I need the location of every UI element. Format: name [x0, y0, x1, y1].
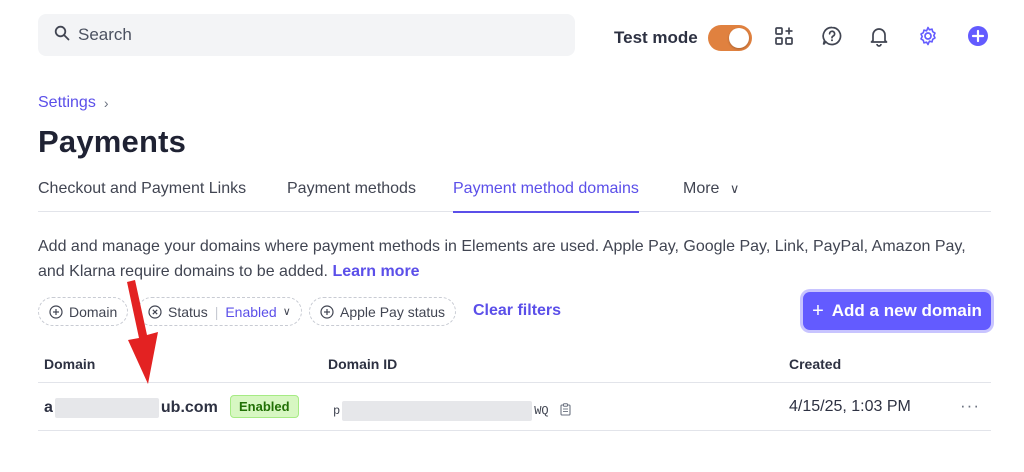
test-mode-toggle[interactable]	[707, 25, 752, 51]
status-badge: Enabled	[230, 395, 299, 418]
help-icon[interactable]	[821, 25, 843, 47]
filter-status-value: Enabled	[225, 303, 277, 320]
test-mode-label: Test mode	[614, 28, 698, 47]
tab-bar: Checkout and Payment Links Payment metho…	[38, 180, 991, 213]
copy-icon[interactable]	[560, 402, 571, 420]
learn-more-link[interactable]: Learn more	[332, 263, 419, 280]
toggle-knob	[728, 28, 749, 48]
domain-suffix: ub.com	[160, 399, 218, 417]
column-header-domain-id[interactable]: Domain ID	[328, 356, 397, 372]
domain-id-suffix: WQ	[534, 404, 549, 419]
plus-circle-icon[interactable]	[967, 25, 989, 47]
plus-circle-outline-icon	[320, 304, 334, 319]
search-icon	[54, 25, 70, 46]
breadcrumb: Settings ›	[38, 94, 108, 112]
domain-prefix: a	[44, 399, 53, 417]
red-arrow-annotation-icon	[127, 280, 158, 384]
row-overflow-menu-button[interactable]: ···	[960, 396, 980, 416]
plus-icon: +	[812, 299, 824, 322]
table-row-created: 4/15/25, 1:03 PM	[789, 398, 911, 415]
search-placeholder: Search	[78, 25, 132, 44]
chevron-down-icon: ∨	[282, 306, 291, 318]
column-header-domain[interactable]: Domain	[44, 356, 95, 372]
tab-payment-method-domains[interactable]: Payment method domains	[453, 180, 639, 213]
filter-apple-pay-chip[interactable]: Apple Pay status	[309, 297, 457, 326]
filter-domain-label: Domain	[69, 303, 118, 320]
plus-circle-outline-icon	[49, 304, 63, 319]
domain-id-prefix: p	[333, 404, 341, 419]
filter-separator: |	[214, 303, 219, 320]
filter-status-label: Status	[168, 303, 208, 320]
description: Add and manage your domains where paymen…	[38, 234, 996, 284]
description-text: Add and manage your domains where paymen…	[38, 238, 966, 280]
gear-icon[interactable]	[917, 25, 939, 47]
tab-payment-methods[interactable]: Payment methods	[287, 180, 416, 212]
table-row-domain[interactable]: a ub.com	[44, 398, 218, 418]
table-divider	[38, 382, 991, 383]
clear-filters-link[interactable]: Clear filters	[473, 302, 561, 320]
tab-more[interactable]: More ∨	[683, 180, 739, 212]
tab-checkout-and-payment-links[interactable]: Checkout and Payment Links	[38, 180, 246, 212]
chevron-down-icon: ∨	[729, 181, 740, 196]
add-domain-label: Add a new domain	[831, 301, 982, 320]
bell-icon[interactable]	[868, 25, 890, 47]
breadcrumb-settings-link[interactable]: Settings	[38, 94, 96, 112]
redacted-block	[342, 401, 533, 421]
filter-apple-pay-label: Apple Pay status	[340, 303, 446, 320]
tab-more-label: More	[683, 180, 720, 197]
filter-domain-chip[interactable]: Domain	[38, 297, 129, 326]
column-header-created[interactable]: Created	[789, 356, 841, 372]
table-row-domain-id[interactable]: p WQ	[333, 401, 571, 421]
add-domain-button[interactable]: + Add a new domain	[803, 292, 991, 330]
apps-icon[interactable]	[773, 25, 795, 47]
table-divider	[38, 430, 991, 431]
search-input[interactable]: Search	[38, 14, 575, 56]
redacted-block	[54, 398, 159, 418]
chevron-right-icon: ›	[103, 95, 109, 111]
test-mode: Test mode	[614, 25, 752, 51]
page-title: Payments	[38, 124, 187, 159]
